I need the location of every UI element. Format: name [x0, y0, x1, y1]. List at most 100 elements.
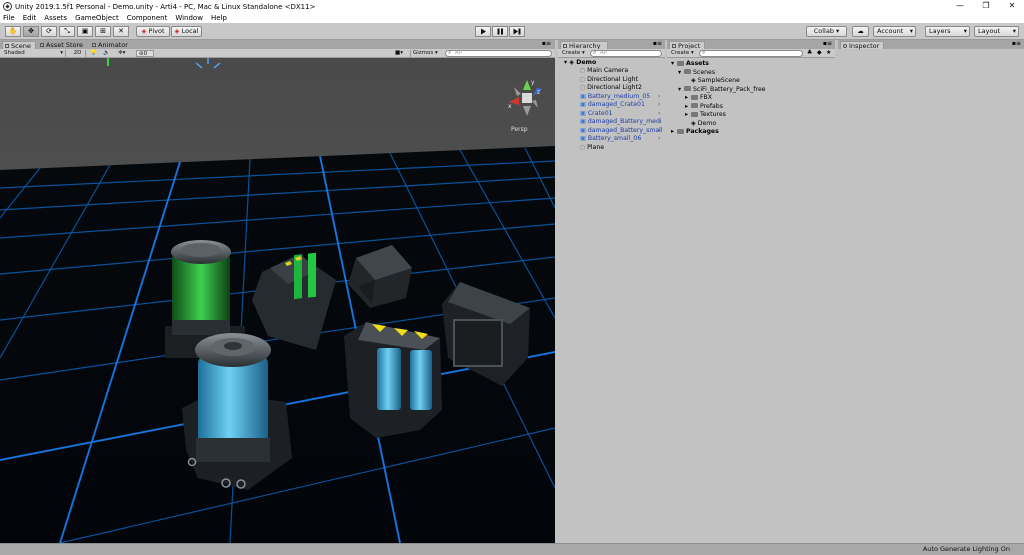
pivot-toggle[interactable]: ◈ Pivot — [136, 26, 170, 37]
folder-icon — [677, 128, 684, 134]
hierarchy-create-dropdown[interactable]: Create ▾ — [560, 50, 587, 57]
panel-menu-icon[interactable]: ▪≡ — [823, 40, 832, 47]
unity-scene-icon: ◈ — [569, 59, 575, 66]
scene-viewport[interactable]: x y z Persp — [0, 58, 555, 543]
hierarchy-item-label: Main Camera — [587, 67, 629, 74]
prefab-open-arrow-icon[interactable]: › — [658, 93, 660, 102]
menu-component[interactable]: Component — [127, 13, 168, 23]
move-tool-button[interactable]: ✥ — [23, 26, 39, 37]
hierarchy-item[interactable]: ▣ Battery_medium_05 › — [580, 93, 662, 102]
hand-tool-button[interactable]: ✋ — [5, 26, 21, 37]
scale-tool-button[interactable]: ⤡ — [59, 26, 75, 37]
menu-help[interactable]: Help — [211, 13, 227, 23]
rect-tool-button[interactable]: ▣ — [77, 26, 93, 37]
hierarchy-item[interactable]: ▣ damaged_Battery_medi › — [580, 118, 662, 127]
prefab-open-arrow-icon[interactable]: › — [658, 127, 660, 136]
cloud-button[interactable]: ☁ — [852, 26, 869, 37]
tab-hierarchy[interactable]: Hierarchy — [560, 41, 608, 50]
hierarchy-item-label: Battery_medium_05 — [587, 92, 651, 100]
rotate-tool-button[interactable]: ⟳ — [41, 26, 57, 37]
project-tree-item[interactable]: ▾ SciFi_Battery_Pack_free — [678, 86, 766, 95]
menu-window[interactable]: Window — [175, 13, 203, 23]
project-tree-item[interactable]: ▾ Assets — [671, 60, 709, 69]
project-search-input[interactable] — [699, 50, 803, 57]
prefab-open-arrow-icon[interactable]: › — [658, 110, 660, 119]
pause-button[interactable] — [492, 26, 508, 37]
project-tree-item[interactable]: ◈ SampleScene — [685, 77, 740, 86]
transform-icon: ⊞ — [100, 27, 106, 35]
prefab-cube-icon: ▣ — [580, 101, 588, 108]
prefab-cube-icon: ▣ — [580, 109, 588, 117]
maximize-button[interactable]: ❐ — [974, 0, 998, 13]
project-tree-item[interactable]: ▸ FBX — [685, 94, 712, 103]
prefab-open-arrow-icon[interactable]: › — [658, 101, 660, 110]
tab-inspector[interactable]: Inspector — [840, 41, 884, 50]
collab-dropdown[interactable]: Collab ▾ — [806, 26, 847, 37]
hierarchy-item[interactable]: ▣ Crate01 › — [580, 110, 662, 119]
tab-scene[interactable]: Scene — [2, 41, 36, 50]
project-create-dropdown[interactable]: Create ▾ — [669, 50, 696, 57]
project-tree-item[interactable]: ◈ Demo — [685, 120, 716, 129]
hierarchy-toolbar: Create ▾ All — [558, 49, 665, 58]
hierarchy-search-input[interactable]: All — [590, 50, 662, 57]
prefab-open-arrow-icon[interactable]: › — [658, 118, 660, 127]
hierarchy-item[interactable]: ▣ Battery_small_06 › — [580, 135, 662, 144]
layout-dropdown[interactable]: Layout ▾ — [974, 26, 1019, 37]
filter-by-type-icon[interactable]: ♣ — [807, 49, 812, 56]
account-dropdown[interactable]: Account ▾ — [873, 26, 916, 37]
close-button[interactable]: ✕ — [1000, 0, 1024, 13]
favorite-icon[interactable]: ★ — [826, 49, 831, 56]
step-button[interactable] — [509, 26, 525, 37]
hierarchy-item[interactable]: ◻ Directional Light2 — [580, 84, 662, 93]
project-tree-item[interactable]: ▸ Prefabs — [685, 103, 723, 112]
prefab-open-arrow-icon[interactable]: › — [658, 135, 660, 144]
project-tree-item[interactable]: ▸ Textures — [685, 111, 726, 120]
hidden-objects-toggle[interactable]: ⊘0 — [136, 50, 154, 57]
custom-tool-button[interactable]: ✕ — [113, 26, 129, 37]
wrench-icon: ✕ — [118, 27, 124, 35]
scene-search-input[interactable]: All — [445, 50, 552, 57]
local-toggle[interactable]: ◈ Local — [171, 26, 202, 37]
menu-gameobject[interactable]: GameObject — [75, 13, 119, 23]
tab-asset-store[interactable]: Asset Store — [38, 41, 88, 49]
tab-project[interactable]: Project — [669, 41, 705, 50]
2d-toggle[interactable]: 2D — [70, 50, 86, 57]
hierarchy-item[interactable]: ◻ Main Camera — [580, 67, 662, 76]
pause-icon — [497, 28, 503, 35]
gizmos-dropdown[interactable]: Gizmos ▾ — [410, 50, 443, 57]
project-item-label: Assets — [686, 60, 709, 67]
project-tree-item[interactable]: ▾ Scenes — [678, 69, 715, 78]
project-tree-item[interactable]: ▸ Packages — [671, 128, 719, 137]
hierarchy-item[interactable]: ▣ damaged_Crate01 › — [580, 101, 662, 110]
status-bar: Auto Generate Lighting On — [0, 543, 1024, 555]
hierarchy-item[interactable]: ▣ damaged_Battery_small › — [580, 127, 662, 136]
panel-menu-icon[interactable]: ▪≡ — [653, 40, 662, 47]
tab-animator[interactable]: Animator — [90, 41, 138, 49]
lighting-toggle[interactable]: 💡 — [88, 50, 98, 57]
camera-settings-dropdown[interactable]: ■▾ — [393, 50, 409, 57]
menu-assets[interactable]: Assets — [44, 13, 67, 23]
menu-edit[interactable]: Edit — [23, 13, 37, 23]
shading-mode-dropdown[interactable]: Shaded ▾ — [2, 50, 66, 57]
hierarchy-item[interactable]: ◻ Plane — [580, 144, 662, 153]
layers-dropdown[interactable]: Layers ▾ — [925, 26, 970, 37]
pivot-icon: ◈ — [141, 27, 147, 35]
dropdown-arrow-icon: ▾ — [909, 27, 913, 35]
store-icon — [40, 43, 44, 47]
window-title: Unity 2019.1.5f1 Personal - Demo.unity -… — [15, 2, 316, 11]
play-icon — [481, 28, 486, 35]
minimize-button[interactable]: — — [948, 0, 972, 13]
play-button[interactable] — [475, 26, 491, 37]
hierarchy-item[interactable]: ◻ Directional Light — [580, 76, 662, 85]
panel-menu-icon[interactable]: ▪≡ — [1012, 40, 1021, 47]
effects-icon: ✲▾ — [118, 50, 126, 56]
audio-toggle[interactable]: 🔈 — [101, 50, 113, 57]
panel-menu-icon[interactable]: ▪≡ — [542, 40, 551, 47]
filter-by-label-icon[interactable]: ◆ — [817, 49, 822, 56]
effects-dropdown[interactable]: ✲▾ — [116, 50, 132, 57]
menu-file[interactable]: File — [3, 13, 15, 23]
transform-tool-button[interactable]: ⊞ — [95, 26, 111, 37]
hand-icon: ✋ — [8, 27, 18, 35]
project-item-label: Packages — [686, 128, 719, 135]
scene-panel: Scene Asset Store Animator ▪≡ Shaded ▾ 2… — [0, 40, 555, 543]
